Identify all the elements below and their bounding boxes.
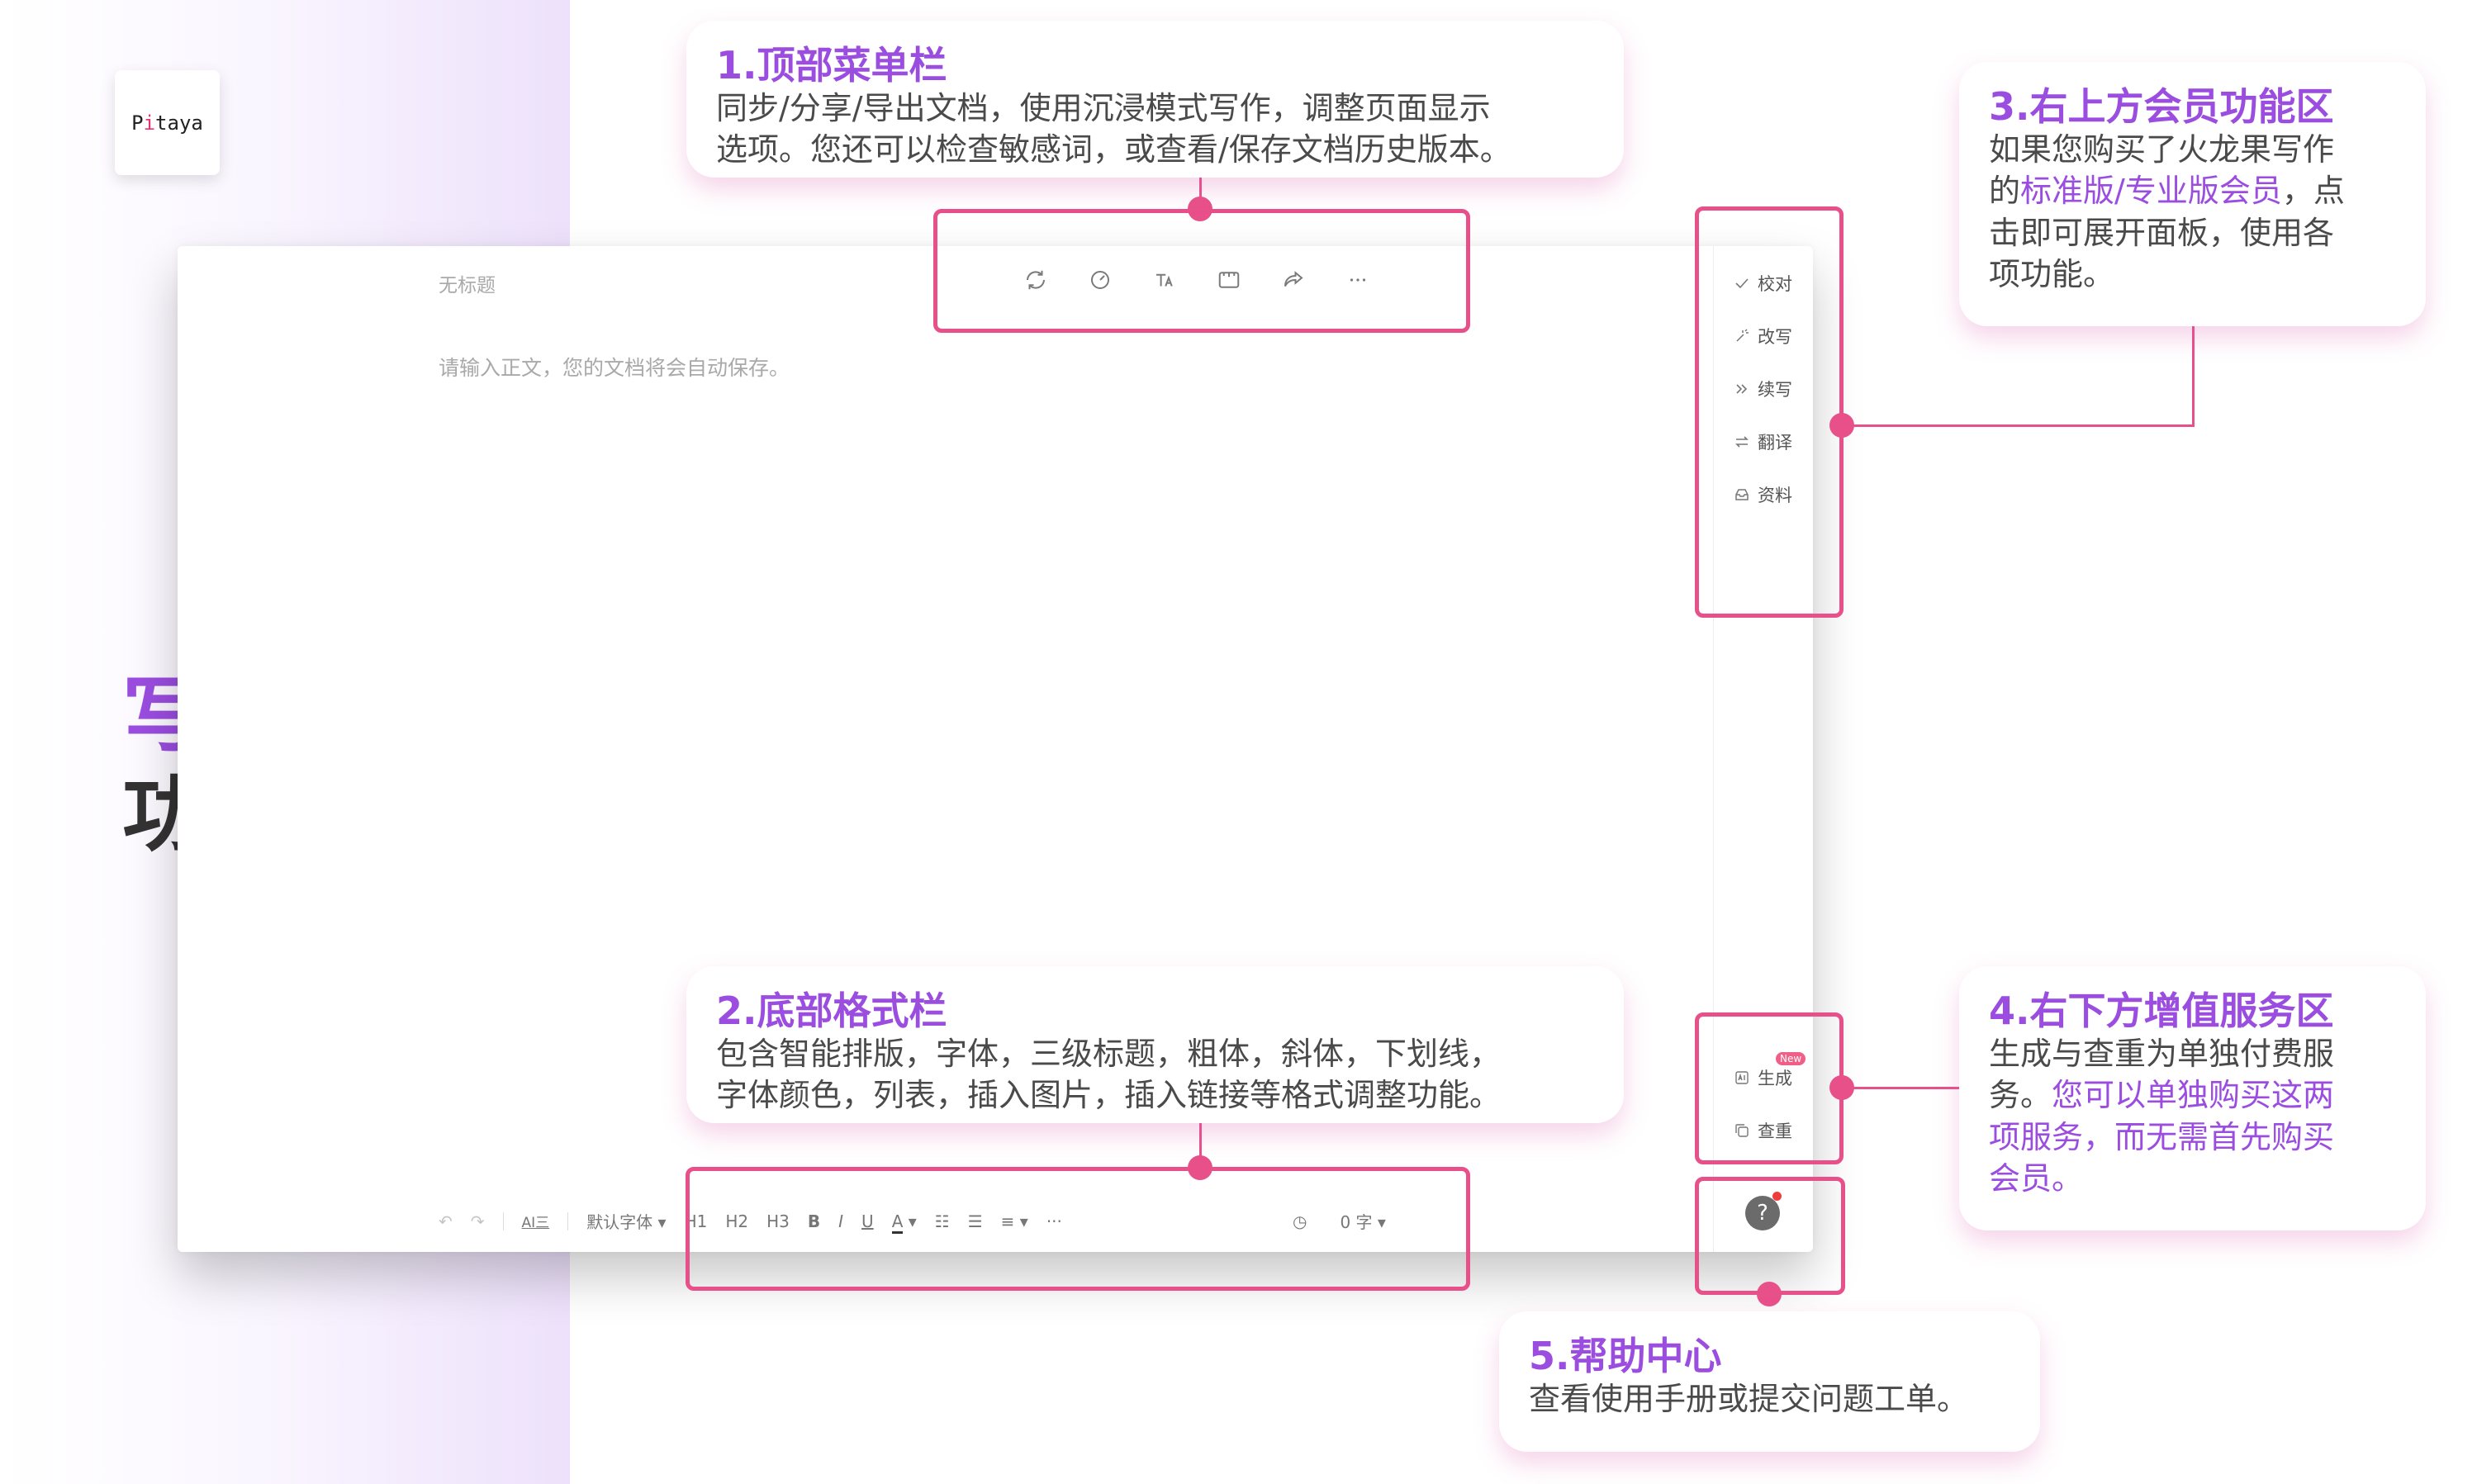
callout-bottom-format: 2.底部格式栏 包含智能排版，字体，三级标题，粗体，斜体，下划线， 字体颜色，列… [686,966,1624,1123]
smart-format-button[interactable]: AI三 [522,1211,550,1231]
undo-icon[interactable]: ↶ [439,1211,453,1231]
callout-member-area: 3.右上方会员功能区 如果您购买了火龙果写作 的标准版/专业版会员，点 击即可展… [1959,62,2426,326]
divider [567,1211,569,1230]
service-area-highlight [1695,1012,1844,1164]
connector-line [1842,424,2195,427]
divider [502,1211,504,1230]
connector-line [1844,1087,1959,1089]
connector-dot [1757,1282,1782,1306]
top-toolbar-highlight [933,209,1470,333]
connector-dot [1829,413,1854,438]
member-area-highlight [1695,206,1844,618]
redo-icon[interactable]: ↷ [471,1211,485,1231]
connector-dot [1829,1075,1854,1100]
font-select[interactable]: 默认字体 ▾ [586,1209,666,1233]
bottom-bar-highlight [686,1167,1470,1291]
pitaya-logo: Pi taya [115,70,220,175]
callout-value-service: 4.右下方增值服务区 生成与查重为单独付费服 务。您可以单独购买这两 项服务，而… [1959,966,2426,1230]
connector-dot [1188,197,1212,221]
callout-top-menu: 1.顶部菜单栏 同步/分享/导出文档，使用沉浸模式写作，调整页面显示 选项。您还… [686,21,1624,178]
help-highlight [1695,1177,1845,1295]
connector-dot [1188,1155,1212,1180]
doc-body-placeholder[interactable]: 请输入正文，您的文档将会自动保存。 [439,352,790,382]
callout-help-center: 5.帮助中心 查看使用手册或提交问题工单。 [1499,1311,2040,1452]
doc-title[interactable]: 无标题 [439,269,496,297]
connector-line [2192,326,2195,427]
